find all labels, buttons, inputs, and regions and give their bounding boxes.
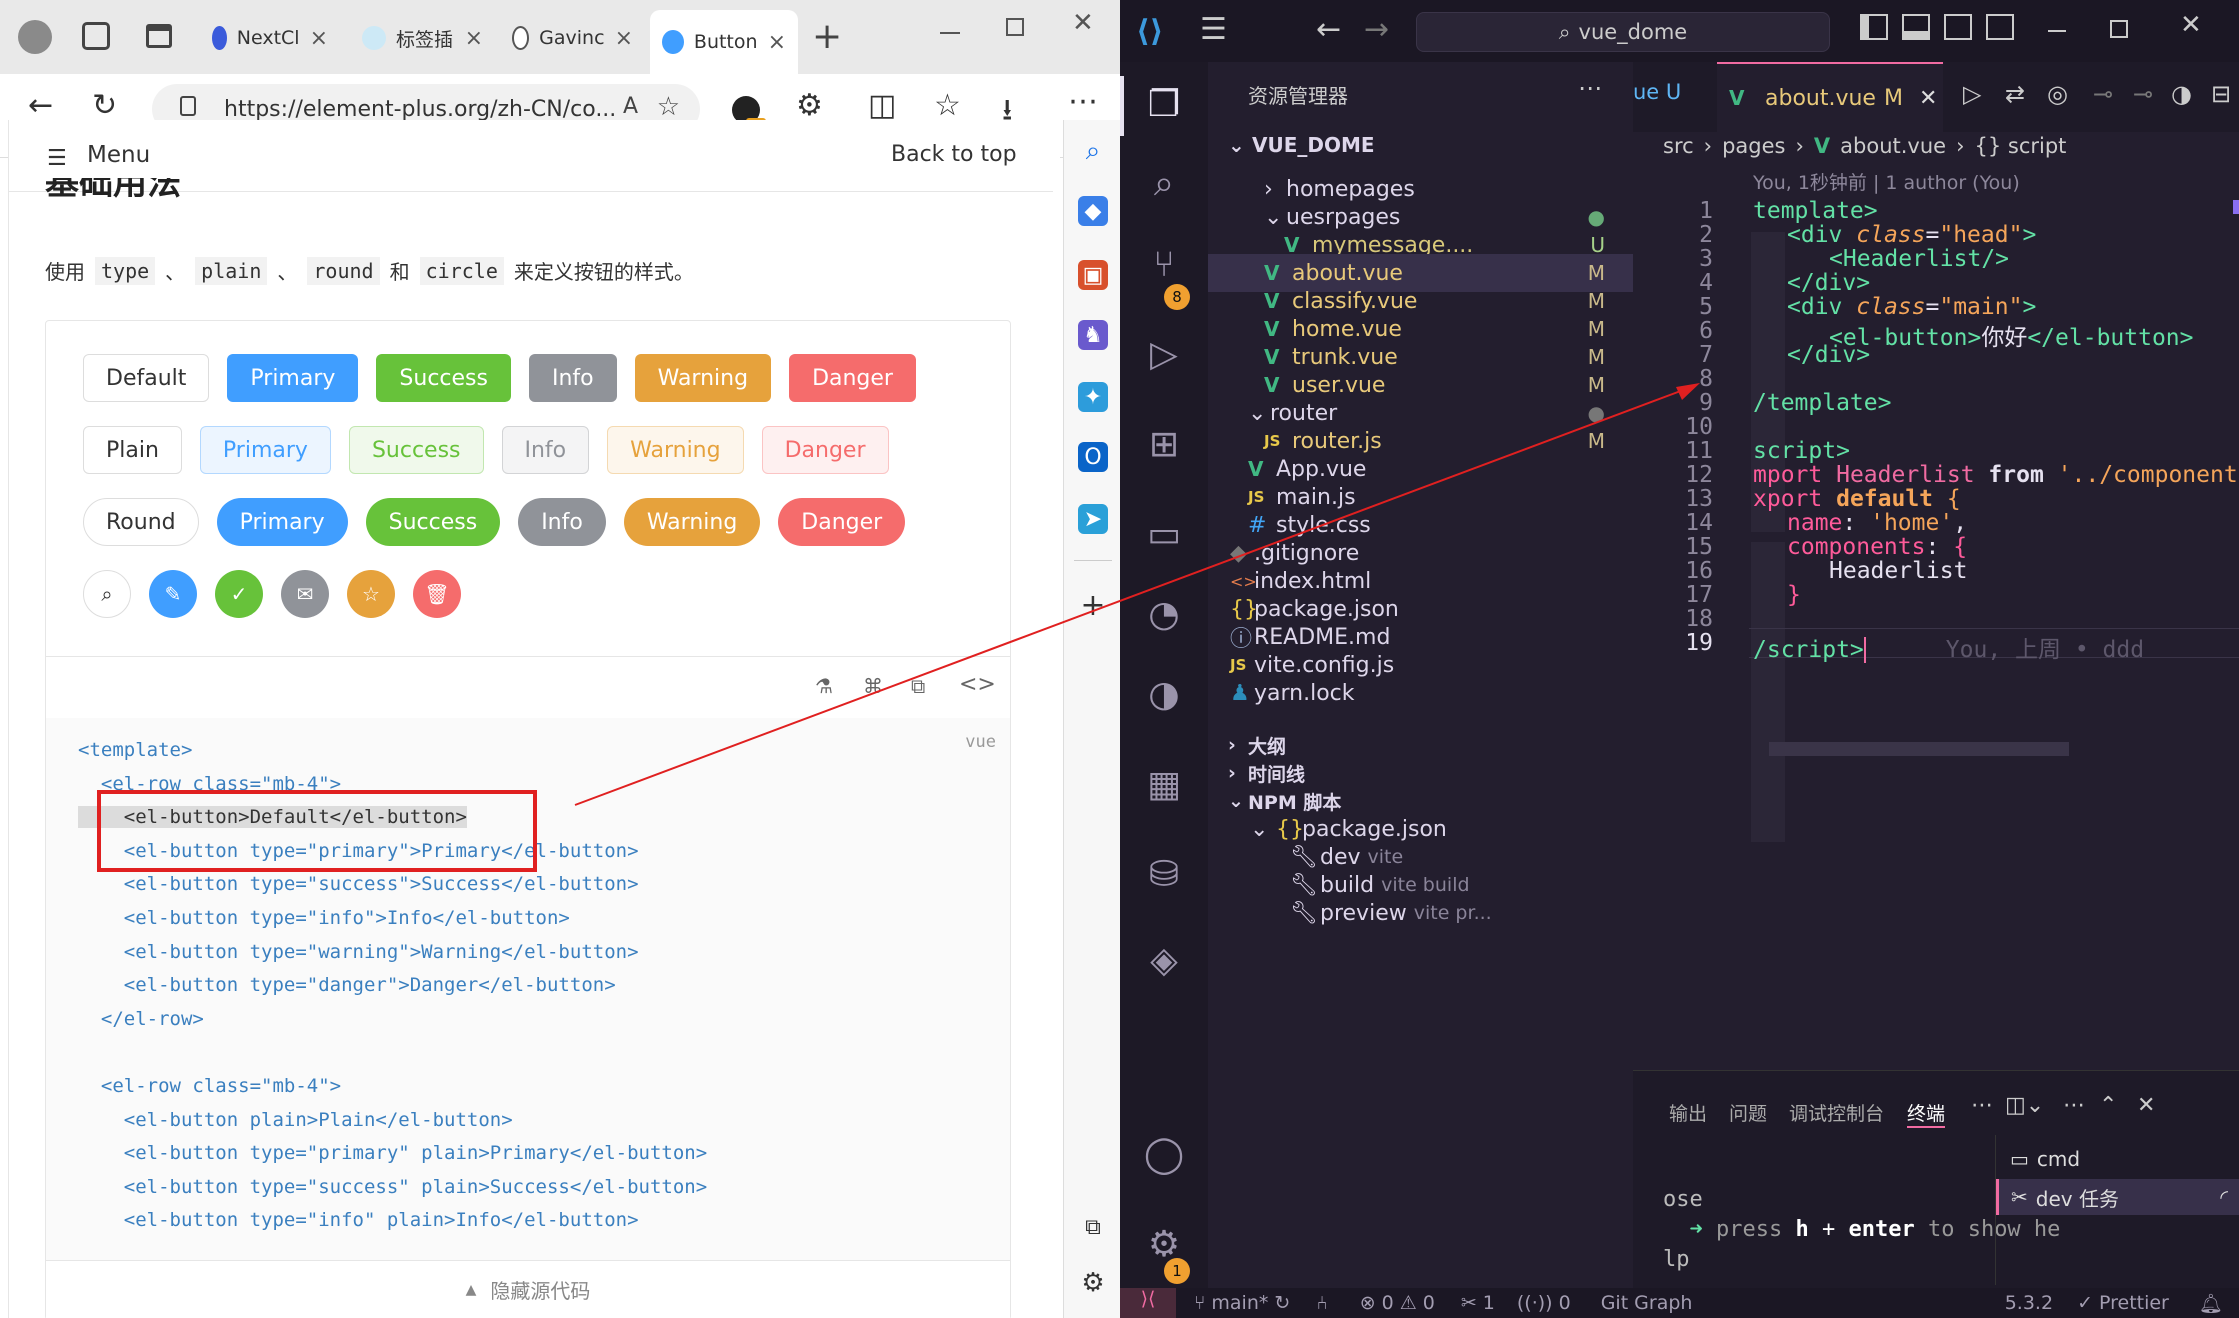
arrow-head [1676, 383, 1700, 400]
arrow-line [574, 385, 1695, 806]
annotation-arrow [574, 383, 1700, 806]
